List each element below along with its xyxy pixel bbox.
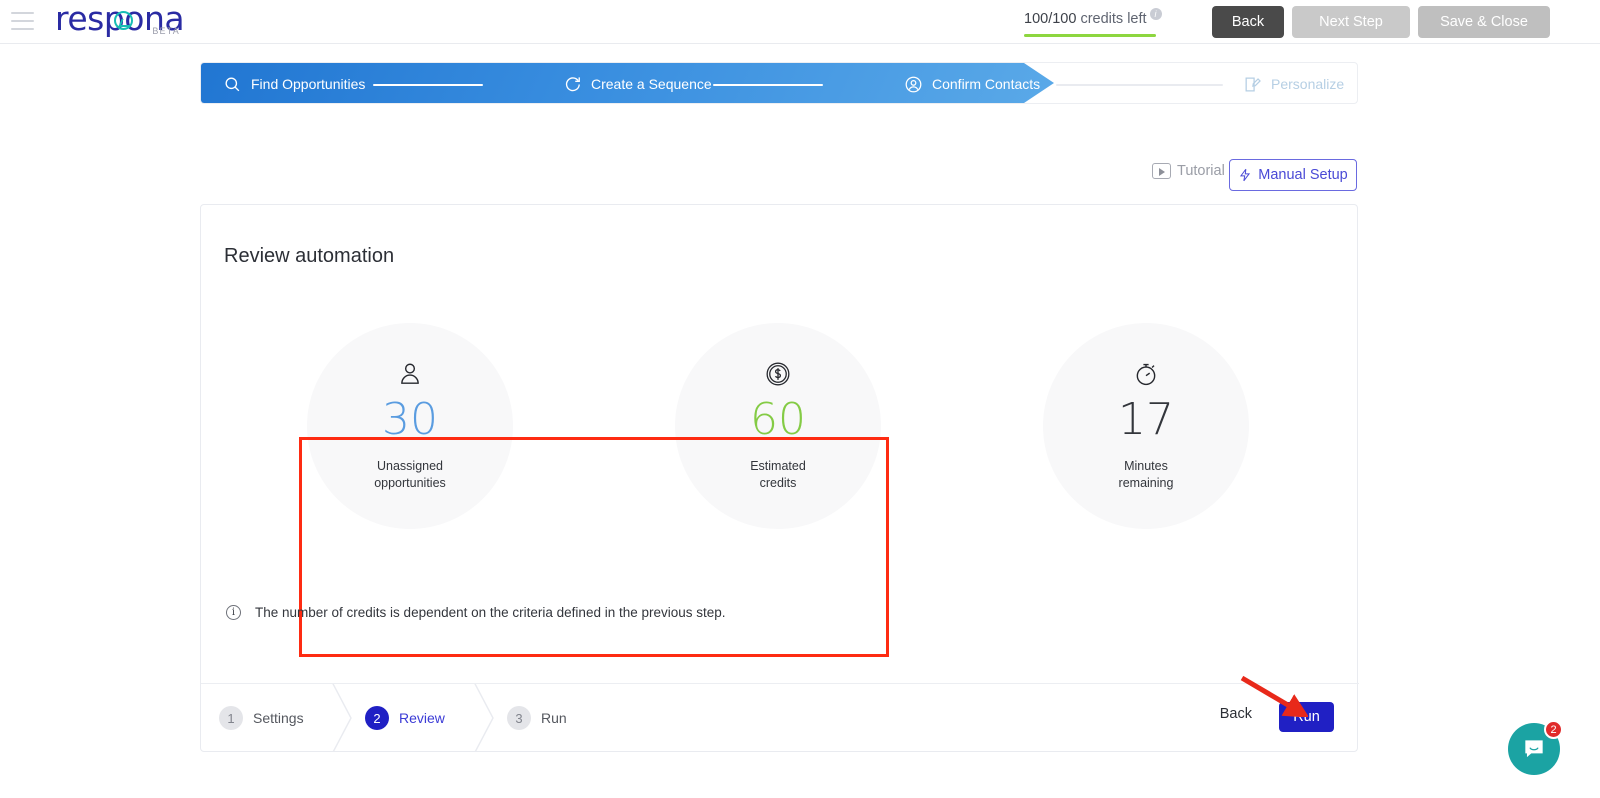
info-icon[interactable]: i: [1149, 8, 1162, 20]
credits-progress-bar: [1024, 33, 1156, 38]
logo-beta-label: BETA: [152, 26, 180, 36]
credits-value: 100/100: [1024, 10, 1077, 27]
stepper-connector: [1056, 84, 1223, 86]
respona-logo[interactable]: respona BETA: [55, 1, 185, 41]
manual-setup-label: Manual Setup: [1258, 167, 1348, 183]
stat-minutes-remaining: 17 Minutes remaining: [1043, 323, 1249, 529]
top-bar: respona BETA 100/100 credits left i Back …: [0, 0, 1600, 44]
chevron-right-icon: [332, 684, 352, 752]
hamburger-line: [11, 20, 34, 22]
stepper-connector: [373, 84, 483, 86]
stepper-label: Confirm Contacts: [932, 76, 1041, 92]
stat-value: 17: [1118, 394, 1174, 445]
edit-icon: [1245, 77, 1261, 91]
stat-label-line2: credits: [759, 476, 797, 490]
stepper-connector: [713, 84, 823, 86]
info-icon: i: [226, 605, 241, 620]
stepper-label: Create a Sequence: [591, 76, 712, 92]
stat-label-line1: Estimated: [750, 459, 806, 473]
workflow-stepper: Find Opportunities Create a Sequence Con…: [200, 62, 1358, 104]
credits-note-text: The number of credits is dependent on th…: [255, 605, 726, 620]
wizard-step-label: Review: [399, 710, 445, 726]
coin-dollar-icon: [766, 362, 790, 386]
credits-text: 100/100 credits left i: [1024, 8, 1169, 27]
stepper-item-personalize[interactable]: Personalize: [1243, 63, 1345, 103]
stat-label-line1: Minutes: [1124, 459, 1168, 473]
wizard-step-number: 2: [365, 706, 389, 730]
card-footer: 1 Settings 2 Review 3 Run Back Run: [201, 683, 1359, 752]
stat-estimated-credits: 60 Estimated credits: [675, 323, 881, 529]
tutorial-label: Tutorial: [1177, 163, 1225, 179]
hamburger-menu-icon[interactable]: [11, 12, 34, 30]
stat-label: Minutes remaining: [1119, 458, 1174, 492]
wizard-separator: [467, 684, 497, 752]
stepper-label: Find Opportunities: [251, 76, 366, 92]
back-button-top[interactable]: Back: [1212, 6, 1284, 38]
chat-launcher-button[interactable]: 2: [1508, 720, 1563, 775]
stepper-label: Personalize: [1271, 76, 1345, 92]
stats-row: 30 Unassigned opportunities 60 Estimated…: [201, 323, 1359, 657]
wizard-step-run[interactable]: 3 Run: [507, 684, 567, 752]
play-icon: [1152, 163, 1171, 179]
run-button[interactable]: Run: [1279, 702, 1334, 732]
user-circle-icon: [905, 76, 922, 92]
wizard-step-label: Run: [541, 710, 567, 726]
page-title: Review automation: [224, 245, 395, 267]
stat-label: Unassigned opportunities: [374, 458, 446, 492]
next-step-button[interactable]: Next Step: [1292, 6, 1410, 38]
hamburger-line: [11, 12, 34, 14]
stepper-item-find-opportunities[interactable]: Find Opportunities: [223, 63, 366, 103]
wizard-step-review[interactable]: 2 Review: [365, 684, 445, 752]
search-icon: [225, 76, 240, 91]
logo-mark-icon: [114, 11, 133, 30]
wizard-step-number: 3: [507, 706, 531, 730]
refresh-icon: [565, 76, 580, 91]
review-automation-card: Review automation 30 Unassigned opportun…: [200, 204, 1359, 752]
stat-label-line2: remaining: [1118, 476, 1174, 490]
lightning-icon: [1240, 168, 1251, 182]
stat-unassigned-opportunities: 30 Unassigned opportunities: [307, 323, 513, 529]
stepper-item-confirm-contacts[interactable]: Confirm Contacts: [904, 63, 1041, 103]
stat-label-line2: opportunities: [374, 476, 446, 490]
credits-indicator: 100/100 credits left i: [1024, 8, 1169, 38]
back-button-bottom[interactable]: Back: [1220, 706, 1252, 722]
stat-value: 30: [382, 394, 438, 445]
stat-label: Estimated credits: [750, 458, 806, 492]
chevron-right-icon: [474, 684, 494, 752]
person-icon: [401, 363, 419, 384]
manual-setup-button[interactable]: Manual Setup: [1229, 159, 1357, 191]
stat-value: 60: [750, 394, 806, 445]
credits-label: credits left: [1080, 10, 1147, 27]
credits-note: i The number of credits is dependent on …: [226, 605, 726, 620]
save-and-close-button[interactable]: Save & Close: [1418, 6, 1550, 38]
wizard-separator: [325, 684, 355, 752]
wizard-step-number: 1: [219, 706, 243, 730]
wizard-step-settings[interactable]: 1 Settings: [219, 684, 304, 752]
stepper-item-create-a-sequence[interactable]: Create a Sequence: [563, 63, 712, 103]
chat-unread-badge: 2: [1544, 720, 1563, 739]
stat-label-line1: Unassigned: [376, 459, 443, 473]
hamburger-line: [11, 28, 34, 30]
tutorial-link[interactable]: Tutorial: [1152, 163, 1225, 179]
stopwatch-icon: [1136, 363, 1156, 386]
wizard-step-label: Settings: [253, 710, 304, 726]
chat-bubble-icon: [1525, 740, 1543, 758]
